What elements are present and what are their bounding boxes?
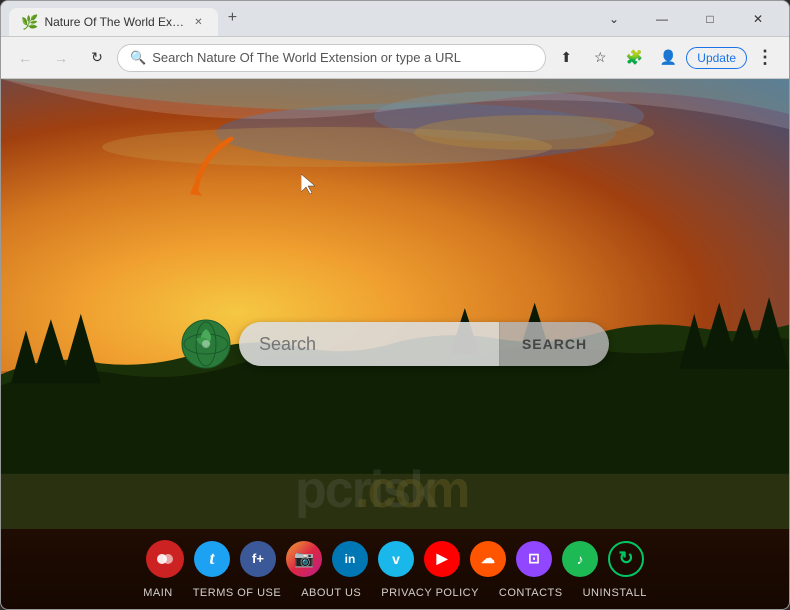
minimize-button[interactable]: — <box>639 3 685 35</box>
footer-links: MAIN TERMS OF USE ABOUT US PRIVACY POLIC… <box>143 587 647 599</box>
twitter-icon[interactable]: t <box>194 541 230 577</box>
soundcloud-icon[interactable]: ☁ <box>470 541 506 577</box>
vimeo-label: v <box>392 551 400 567</box>
spotify-icon[interactable]: ♪ <box>562 541 598 577</box>
address-text: Search Nature Of The World Extension or … <box>152 50 533 65</box>
close-button[interactable]: ✕ <box>735 3 781 35</box>
footer-link-contacts[interactable]: CONTACTS <box>499 587 563 599</box>
share-icon[interactable]: ⬆ <box>550 42 582 74</box>
tab-favicon: 🌿 <box>21 14 38 31</box>
address-bar[interactable]: 🔍 Search Nature Of The World Extension o… <box>117 44 546 72</box>
refresh-icon[interactable]: ↻ <box>608 541 644 577</box>
extensions-icon[interactable]: 🧩 <box>618 42 650 74</box>
footer-link-about[interactable]: ABOUT US <box>301 587 361 599</box>
search-section: SEARCH <box>181 319 609 369</box>
expand-button[interactable]: ⌄ <box>591 3 637 35</box>
custom-icon[interactable] <box>146 540 184 578</box>
facebook-label: f+ <box>252 551 264 566</box>
search-input[interactable] <box>239 322 499 366</box>
page-content: SEARCH pcrisk .com <box>1 79 789 609</box>
twitch-icon[interactable]: ⊡ <box>516 541 552 577</box>
bookmark-icon[interactable]: ☆ <box>584 42 616 74</box>
youtube-icon[interactable]: ▶ <box>424 541 460 577</box>
browser-window: 🌿 Nature Of The World Extension ✕ + ⌄ — … <box>0 0 790 610</box>
linkedin-icon[interactable]: in <box>332 541 368 577</box>
twitter-label: t <box>209 548 214 569</box>
instagram-icon[interactable]: 📷 <box>286 541 322 577</box>
top-wave <box>1 79 789 149</box>
social-icons-row: t f+ 📷 in v ▶ <box>146 540 644 578</box>
refresh-label: ↻ <box>618 548 633 569</box>
soundcloud-label: ☁ <box>481 550 495 567</box>
new-tab-button[interactable]: + <box>218 4 246 32</box>
footer-link-main[interactable]: MAIN <box>143 587 173 599</box>
vimeo-icon[interactable]: v <box>378 541 414 577</box>
nav-bar: ← → ↻ 🔍 Search Nature Of The World Exten… <box>1 37 789 79</box>
maximize-button[interactable]: □ <box>687 3 733 35</box>
footer-link-uninstall[interactable]: UNINSTALL <box>583 587 647 599</box>
facebook-icon[interactable]: f+ <box>240 541 276 577</box>
menu-icon[interactable]: ⋮ <box>749 42 781 74</box>
active-tab[interactable]: 🌿 Nature Of The World Extension ✕ <box>9 8 218 36</box>
profile-icon[interactable]: 👤 <box>652 42 684 74</box>
search-button[interactable]: SEARCH <box>499 322 609 366</box>
footer-link-terms[interactable]: TERMS OF USE <box>193 587 282 599</box>
twitch-label: ⊡ <box>528 550 540 567</box>
instagram-label: 📷 <box>294 549 314 569</box>
refresh-button[interactable]: ↻ <box>81 42 113 74</box>
title-bar: 🌿 Nature Of The World Extension ✕ + ⌄ — … <box>1 1 789 37</box>
youtube-label: ▶ <box>437 550 448 567</box>
extension-logo <box>181 319 231 369</box>
window-controls: ⌄ — □ ✕ <box>591 3 781 35</box>
tab-title: Nature Of The World Extension <box>44 15 184 29</box>
ground-layer <box>1 264 789 529</box>
bottom-bar: t f+ 📷 in v ▶ <box>1 529 789 609</box>
search-input-wrapper: SEARCH <box>239 322 609 366</box>
tab-area: 🌿 Nature Of The World Extension ✕ + <box>9 1 587 36</box>
back-button[interactable]: ← <box>9 42 41 74</box>
nav-actions: ⬆ ☆ 🧩 👤 Update ⋮ <box>550 42 781 74</box>
footer-link-privacy[interactable]: PRIVACY POLICY <box>381 587 479 599</box>
update-button[interactable]: Update <box>686 47 747 69</box>
spotify-label: ♪ <box>577 551 584 567</box>
lock-icon: 🔍 <box>130 50 146 66</box>
forward-button[interactable]: → <box>45 42 77 74</box>
linkedin-label: in <box>345 552 356 566</box>
tab-close-button[interactable]: ✕ <box>190 14 206 30</box>
